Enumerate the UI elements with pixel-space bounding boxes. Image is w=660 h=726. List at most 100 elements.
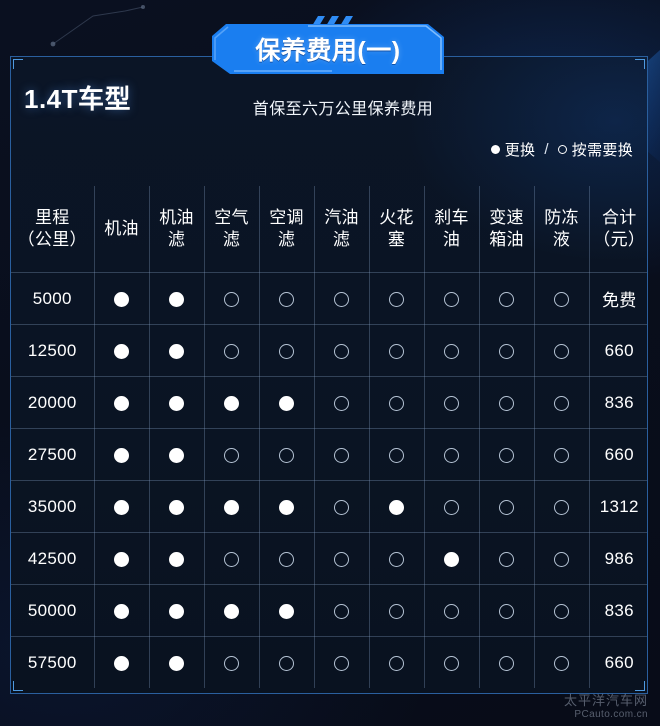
table-header-trans: 变速 箱油 xyxy=(479,186,535,273)
cell-plug xyxy=(369,532,425,585)
as-needed-hollow-icon xyxy=(499,343,514,359)
cell-oil xyxy=(94,376,150,429)
as-needed-hollow-icon xyxy=(334,447,349,463)
cell-airfil xyxy=(204,532,260,585)
as-needed-hollow-icon xyxy=(499,551,514,567)
cell-mileage: 57500 xyxy=(11,636,95,688)
legend-filled-icon xyxy=(490,145,500,154)
replace-filled-icon xyxy=(169,655,184,671)
header-line-1: 空调 xyxy=(269,208,304,228)
as-needed-hollow-icon xyxy=(389,343,404,359)
as-needed-hollow-icon xyxy=(334,655,349,671)
table-header-acfil: 空调滤 xyxy=(259,186,315,273)
table-head: 里程 （公里） 机油 机油滤空气滤空调滤汽油滤火花塞刹车油变速 箱油 防冻液合计 （元） xyxy=(11,186,647,273)
header-line-1: 机油 xyxy=(104,219,139,239)
as-needed-hollow-icon xyxy=(389,603,404,619)
page-background: 保养费用(一) 1.4T车型 首保至六万公里保养费用 更换 / 按需要换 里程 （… xyxy=(0,0,660,726)
table-body: 5000 免费 12500 660 20000 836 27500 660 35000 1312 4… xyxy=(11,272,647,688)
cell-trans xyxy=(479,376,535,429)
replace-filled-icon xyxy=(169,499,184,515)
cell-fuelfil xyxy=(314,428,370,481)
constellation-decoration xyxy=(50,5,145,47)
section-banner: 保养费用(一) xyxy=(212,16,444,74)
header-line-2: 滤 xyxy=(222,230,241,249)
as-needed-hollow-icon xyxy=(499,603,514,619)
table-header-coolant: 防冻液 xyxy=(534,186,590,273)
cell-airfil xyxy=(204,584,260,637)
header-line-1: 空气 xyxy=(214,208,249,228)
as-needed-hollow-icon xyxy=(389,447,404,463)
header-line-2: 滤 xyxy=(332,230,351,249)
watermark-cn: 太平洋汽车网 xyxy=(563,692,648,708)
table-header-km: 里程 （公里） xyxy=(11,186,95,273)
cell-total: 660 xyxy=(589,428,647,481)
panel-corner-top-left xyxy=(13,59,23,69)
replace-filled-icon xyxy=(279,603,294,619)
as-needed-hollow-icon xyxy=(554,291,569,307)
cell-coolant xyxy=(534,376,590,429)
cell-mileage: 5000 xyxy=(11,272,95,325)
replace-filled-icon xyxy=(224,499,239,515)
as-needed-hollow-icon xyxy=(279,291,294,307)
cell-oil xyxy=(94,428,150,481)
table-header-total: 合计 （元） xyxy=(589,186,647,273)
as-needed-hollow-icon xyxy=(444,343,459,359)
replace-filled-icon xyxy=(114,499,129,515)
cell-fuelfil xyxy=(314,376,370,429)
table-row: 50000 836 xyxy=(11,584,647,637)
as-needed-hollow-icon xyxy=(389,291,404,307)
table-row: 27500 660 xyxy=(11,428,647,481)
cell-fuelfil xyxy=(314,272,370,325)
table-header-row: 里程 （公里） 机油 机油滤空气滤空调滤汽油滤火花塞刹车油变速 箱油 防冻液合计 （元） xyxy=(11,186,647,273)
as-needed-hollow-icon xyxy=(554,395,569,411)
cell-mileage: 42500 xyxy=(11,532,95,585)
cell-acfil xyxy=(259,428,315,481)
table-row: 57500 660 xyxy=(11,636,647,688)
replace-filled-icon xyxy=(279,499,294,515)
cell-acfil xyxy=(259,272,315,325)
replace-filled-icon xyxy=(224,603,239,619)
cell-acfil xyxy=(259,376,315,429)
as-needed-hollow-icon xyxy=(554,343,569,359)
table-row: 20000 836 xyxy=(11,376,647,429)
as-needed-hollow-icon xyxy=(554,655,569,671)
watermark: 太平洋汽车网 PCauto.com.cn xyxy=(563,692,648,720)
as-needed-hollow-icon xyxy=(224,655,239,671)
header-line-2: （元） xyxy=(593,230,646,249)
header-line-1: 里程 xyxy=(34,208,70,228)
cell-oilfil xyxy=(149,532,205,585)
replace-filled-icon xyxy=(114,655,129,671)
maintenance-cost-table: 里程 （公里） 机油 机油滤空气滤空调滤汽油滤火花塞刹车油变速 箱油 防冻液合计 （元） 5… xyxy=(11,186,647,688)
cell-plug xyxy=(369,272,425,325)
cell-acfil xyxy=(259,532,315,585)
banner-title: 保养费用(一) xyxy=(255,37,401,65)
page-subtitle: 首保至六万公里保养费用 xyxy=(252,101,434,118)
content-panel: 1.4T车型 首保至六万公里保养费用 更换 / 按需要换 里程 （公里） 机油 机油滤… xyxy=(10,56,648,694)
cell-total: 986 xyxy=(589,532,647,585)
as-needed-hollow-icon xyxy=(444,291,459,307)
as-needed-hollow-icon xyxy=(389,395,404,411)
table-header-oil: 机油 xyxy=(94,186,150,273)
header-line-1: 变速 xyxy=(489,208,524,228)
table-row: 12500 660 xyxy=(11,324,647,377)
cell-plug xyxy=(369,324,425,377)
cell-brake xyxy=(424,480,480,533)
header-line-1: 机油 xyxy=(159,208,194,228)
replace-filled-icon xyxy=(169,291,184,307)
replace-filled-icon xyxy=(114,291,129,307)
header-line-1: 防冻 xyxy=(544,208,579,228)
as-needed-hollow-icon xyxy=(499,499,514,515)
replace-filled-icon xyxy=(169,343,184,359)
cell-total: 836 xyxy=(589,584,647,637)
header-line-1: 汽油 xyxy=(324,208,359,228)
cell-coolant xyxy=(534,584,590,637)
cell-plug xyxy=(369,428,425,481)
as-needed-hollow-icon xyxy=(224,551,239,567)
cell-oilfil xyxy=(149,584,205,637)
replace-filled-icon xyxy=(114,551,129,567)
cell-plug xyxy=(369,480,425,533)
cell-total: 660 xyxy=(589,636,647,688)
as-needed-hollow-icon xyxy=(444,447,459,463)
cell-mileage: 12500 xyxy=(11,324,95,377)
as-needed-hollow-icon xyxy=(499,291,514,307)
